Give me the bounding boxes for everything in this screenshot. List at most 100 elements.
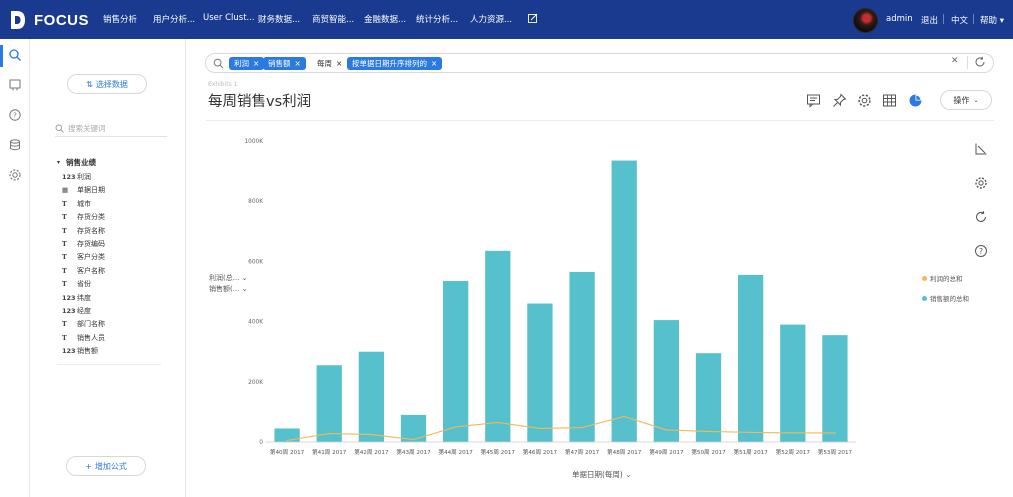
title-divider — [206, 120, 994, 121]
gear-icon[interactable] — [857, 93, 872, 108]
field-item[interactable]: 123 经度 — [62, 306, 91, 316]
rail-active-indicator — [0, 45, 3, 67]
profit-point — [665, 429, 668, 431]
settings-icon[interactable] — [8, 168, 22, 182]
clear-search-icon[interactable]: ✕ — [951, 56, 959, 66]
bar — [316, 365, 342, 442]
language-switch[interactable]: 中文 — [951, 14, 968, 26]
plus-icon: + — [85, 461, 92, 471]
bar — [780, 324, 806, 442]
x-axis-title[interactable]: 单据日期(每周) ⌄ — [572, 469, 632, 480]
gear-icon — [975, 177, 987, 189]
field-name: 销售人员 — [77, 333, 105, 342]
logout-link[interactable]: 退出 — [921, 14, 938, 26]
bar — [485, 250, 511, 442]
field-item[interactable]: T 存货名称 — [62, 226, 105, 236]
bar — [400, 414, 427, 442]
nav-sales-analysis[interactable]: 销售分析 — [103, 13, 137, 25]
field-item[interactable]: T 部门名称 — [62, 319, 105, 329]
text-type-icon: T — [62, 240, 67, 248]
operate-button[interactable]: 操作 ⌄ — [940, 90, 992, 110]
field-name: 存货名称 — [77, 226, 105, 235]
nav-trade-intelligence[interactable]: 商贸智能... — [312, 13, 354, 25]
username[interactable]: admin — [886, 14, 913, 24]
profit-point — [707, 430, 710, 433]
text-type-icon: T — [62, 213, 67, 222]
y-tick-label: 800K — [248, 199, 263, 205]
panel-divider — [57, 364, 161, 365]
field-item[interactable]: 123 利润 — [62, 172, 91, 182]
x-tick-label: 第44周 2017 — [438, 448, 473, 456]
field-item[interactable]: 123 销售额 — [62, 346, 98, 356]
search-token[interactable]: 按单据日期升序排列的 × — [347, 57, 443, 70]
remove-token-icon[interactable]: × — [253, 59, 259, 68]
add-formula-button[interactable]: + 增加公式 — [66, 456, 146, 476]
nav-user-analysis[interactable]: 用户分析... — [153, 13, 195, 25]
search-token[interactable]: 销售额 × — [263, 57, 306, 70]
profit-point — [791, 432, 794, 434]
field-item[interactable]: ▦ 单据日期 — [62, 185, 105, 195]
pinboard-icon[interactable] — [8, 78, 22, 92]
field-search-input[interactable]: 搜索关键词 — [55, 123, 167, 137]
question-icon: ? — [975, 245, 987, 257]
search-token[interactable]: 利润 × — [229, 57, 265, 70]
help-menu[interactable]: 帮助 ▾ — [980, 14, 1004, 26]
axis-settings-button[interactable] — [968, 136, 994, 162]
number-type-icon: 123 — [62, 307, 76, 315]
search-token[interactable]: 每周 × — [312, 57, 347, 70]
nav-statistics[interactable]: 统计分析... — [416, 13, 458, 25]
field-item[interactable]: T 客户分类 — [62, 252, 105, 262]
question-icon[interactable]: ? — [8, 108, 22, 122]
x-tick-label: 第42周 2017 — [354, 448, 389, 456]
field-name: 存货编码 — [77, 240, 105, 248]
nav-finance-data[interactable]: 财务数据... — [258, 13, 300, 25]
text-type-icon: T — [62, 333, 67, 342]
table-view-icon[interactable] — [882, 93, 897, 108]
bar — [695, 353, 722, 442]
field-item[interactable]: T 省份 — [62, 279, 91, 289]
nav-hr[interactable]: 人力资源... — [470, 13, 512, 25]
logo[interactable]: FOCUS — [10, 8, 89, 32]
field-item[interactable]: T 客户名称 — [62, 266, 105, 276]
field-item[interactable]: T 存货分类 — [62, 212, 105, 222]
legend-swatch-profit — [922, 275, 927, 281]
field-item[interactable]: T 城市 — [62, 199, 91, 209]
refresh-icon[interactable] — [974, 56, 986, 68]
search-icon[interactable] — [8, 48, 22, 62]
chart-type-icon[interactable] — [908, 93, 923, 108]
weekly-sales-profit-chart: 0 200K 400K 600K 800K 1000K 第40周 2017 第41周 2017… — [244, 139, 856, 456]
tree-root-sales-performance[interactable]: ▾ 销售业绩 — [57, 157, 96, 168]
field-name: 部门名称 — [77, 320, 105, 329]
remove-token-icon[interactable]: × — [295, 59, 301, 68]
nav-user-cluster[interactable]: User Clust... — [203, 13, 255, 23]
reset-chart-button[interactable] — [968, 204, 994, 230]
x-tick-label: 第46周 2017 — [523, 448, 558, 456]
x-tick-label: 第43周 2017 — [396, 448, 431, 456]
field-name: 存货分类 — [77, 213, 105, 222]
comment-icon[interactable] — [806, 93, 821, 108]
field-item[interactable]: T 存货编码 — [62, 239, 105, 249]
nav-financial-data[interactable]: 金融数据... — [364, 13, 406, 25]
y-axis-sales-picker[interactable]: 销售额(... ⌄ — [209, 284, 248, 294]
legend-item-profit[interactable]: 利润的总和 — [922, 273, 963, 283]
pin-icon[interactable] — [832, 93, 847, 108]
x-axis-title-label: 单据日期(每周) — [572, 470, 623, 479]
user-avatar[interactable] — [853, 8, 878, 33]
chart-help-button[interactable]: ? — [968, 238, 994, 264]
remove-token-icon[interactable]: × — [336, 59, 342, 68]
field-item[interactable]: 123 纬度 — [62, 293, 91, 303]
y-axis-profit-picker[interactable]: 利润(总... ⌄ — [209, 273, 248, 283]
chart-settings-button[interactable] — [968, 170, 994, 196]
select-data-button[interactable]: ⇅ 选择数据 — [67, 74, 147, 94]
bar — [611, 160, 637, 442]
axis-icon — [975, 143, 987, 155]
bar — [653, 320, 679, 442]
edit-nav-icon[interactable] — [528, 13, 538, 23]
database-icon[interactable] — [8, 138, 22, 152]
remove-token-icon[interactable]: × — [431, 59, 437, 68]
legend-item-sales[interactable]: 销售额的总和 — [922, 293, 969, 303]
search-icon — [213, 58, 224, 69]
text-type-icon: T — [62, 226, 67, 235]
field-item[interactable]: T 销售人员 — [62, 333, 105, 343]
search-query-bar[interactable]: 利润 × 销售额 × 每周 × 按单据日期升序排列的 × — [205, 53, 994, 73]
